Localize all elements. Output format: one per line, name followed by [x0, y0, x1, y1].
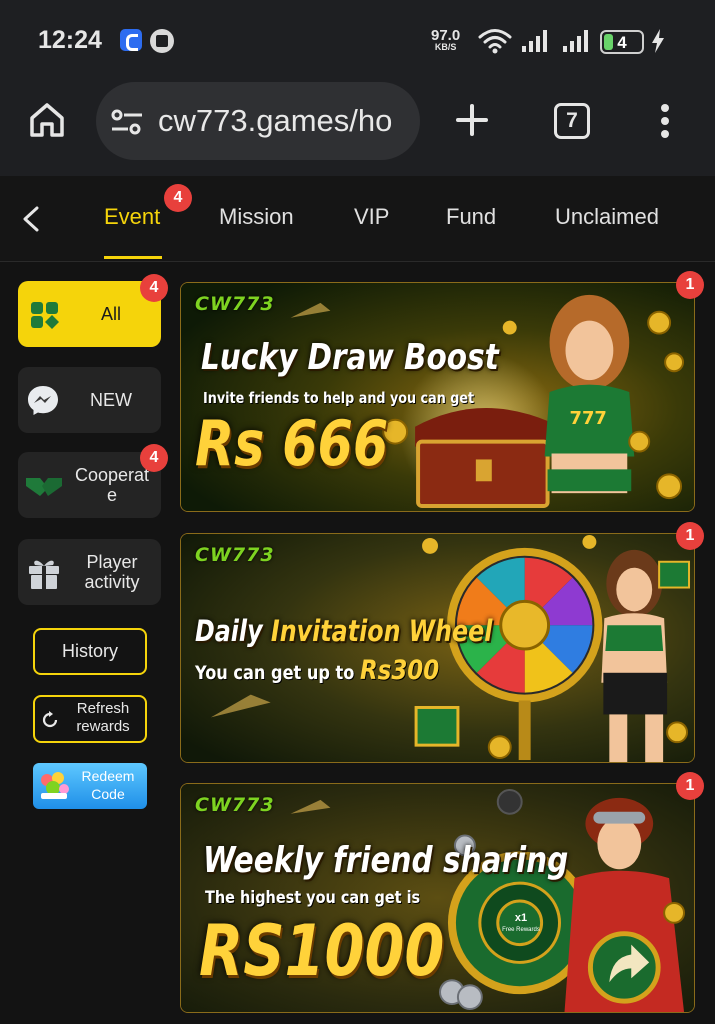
charging-icon: [652, 29, 664, 53]
redeem-flower-icon: [41, 772, 69, 799]
event-banner-invitation-wheel[interactable]: CW773 Daily Invitation Wheel You can get…: [180, 533, 695, 763]
new-tab-button[interactable]: [452, 100, 492, 140]
event-banner-weekly-sharing[interactable]: x1 Free Rewards CW773 Weekly friend shar…: [180, 783, 695, 1013]
banner-title: Lucky Draw Boost: [201, 337, 499, 378]
banner-subtitle: The highest you can get is: [205, 888, 421, 908]
event-banner-lucky-draw[interactable]: 777 CW773 Lucky Draw Boost Invite friend…: [180, 282, 695, 512]
banner-3-badge: 1: [676, 772, 704, 800]
back-arrow-icon[interactable]: [20, 206, 42, 232]
banner-title-part-b: Invitation Wheel: [270, 614, 493, 648]
banner-subtitle: You can get up to Rs300: [195, 655, 439, 686]
redeem-code-button[interactable]: Redeem Code: [33, 763, 147, 809]
redeem-code-label: Redeem Code: [81, 768, 135, 802]
battery-level: 4: [617, 33, 627, 52]
tab-mission[interactable]: Mission: [219, 204, 294, 230]
banner-title-part-a: Daily: [195, 614, 263, 648]
banner-logo: CW773: [195, 544, 275, 566]
banner-title: Daily Invitation Wheel: [195, 614, 492, 648]
network-speed-value: 97.0: [431, 27, 461, 44]
site-settings-icon[interactable]: [110, 108, 144, 136]
network-speed-unit: KB/S: [434, 42, 457, 52]
category-cooperate-label: Cooperat e: [74, 465, 150, 505]
tab-switcher-button[interactable]: 7: [554, 103, 590, 139]
app-notification-icon: [150, 29, 174, 53]
banner-1-badge: 1: [676, 271, 704, 299]
wheel-center-sublabel: Free Rewards: [502, 927, 540, 933]
gift-icon: [29, 560, 59, 589]
wifi-icon: [478, 29, 512, 54]
refresh-icon: [42, 711, 58, 728]
banner-amount: Rs300: [360, 655, 440, 686]
signal-icon-sim1: [522, 30, 548, 52]
category-player-activity-label: Player activity: [84, 552, 140, 592]
messenger-icon: [28, 386, 58, 415]
category-new[interactable]: NEW: [18, 367, 161, 433]
tab-fund[interactable]: Fund: [446, 204, 496, 230]
banner-amount: Rs 666: [195, 407, 389, 480]
banner-amount: RS1000: [199, 910, 445, 992]
refresh-rewards-button[interactable]: Refresh rewards: [33, 695, 147, 743]
refresh-rewards-label: Refresh rewards: [76, 700, 130, 735]
banner-2-badge: 1: [676, 522, 704, 550]
category-cooperate[interactable]: Cooperat e: [18, 452, 161, 518]
category-all-badge: 4: [140, 274, 168, 302]
home-icon[interactable]: [27, 100, 67, 140]
address-bar[interactable]: cw773.games/ho: [96, 82, 420, 160]
status-time: 12:24: [38, 26, 102, 54]
category-all-label: All: [100, 304, 121, 324]
tab-event[interactable]: Event: [104, 204, 160, 230]
history-button[interactable]: History: [33, 628, 147, 675]
browser-menu-icon[interactable]: [658, 104, 672, 138]
phone-call-icon: [120, 29, 142, 51]
category-player-activity[interactable]: Player activity: [18, 539, 161, 605]
category-new-label: NEW: [90, 390, 132, 410]
banner-subtitle: Invite friends to help and you can get: [203, 389, 475, 407]
tab-unclaimed[interactable]: Unclaimed: [555, 204, 659, 230]
tab-event-badge: 4: [164, 184, 192, 212]
category-cooperate-badge: 4: [140, 444, 168, 472]
network-speed: 97.0 KB/S: [431, 28, 460, 52]
banner-logo: CW773: [195, 794, 275, 816]
wheel-center-label: x1: [514, 912, 528, 924]
url-text[interactable]: cw773.games/ho: [158, 103, 392, 139]
tab-vip[interactable]: VIP: [354, 204, 389, 230]
banner-subtitle-prefix: You can get up to: [195, 662, 355, 684]
handshake-icon: [26, 478, 62, 496]
svg-text:777: 777: [569, 408, 606, 429]
clover-icon: [31, 302, 59, 329]
banner-artwork: [181, 534, 694, 762]
signal-icon-sim2: [563, 30, 589, 52]
battery-icon: 4: [600, 30, 644, 54]
tab-active-indicator: [104, 256, 162, 259]
banner-title: Weekly friend sharing: [203, 840, 569, 881]
banner-logo: CW773: [195, 293, 275, 315]
